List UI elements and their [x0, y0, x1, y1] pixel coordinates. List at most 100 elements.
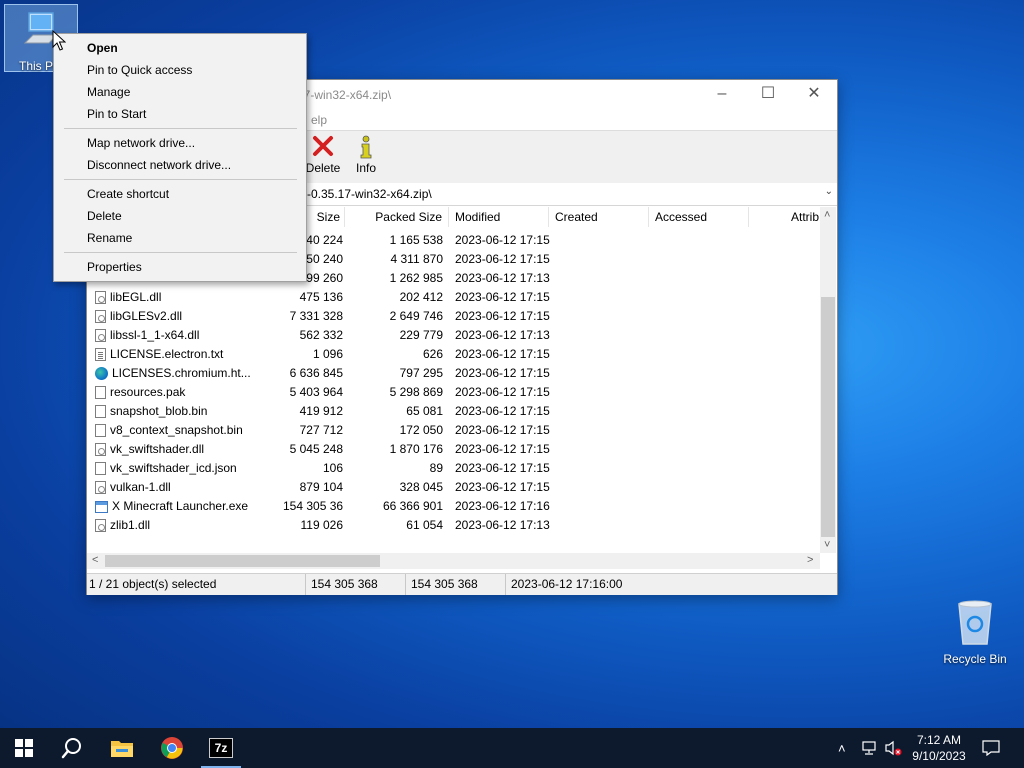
file-row[interactable]: libssl-1_1-x64.dll 562 332 229 779 2023-06-… [87, 326, 820, 345]
file-row[interactable]: libEGL.dll 475 136 202 412 2023-06-12 17:15 [87, 288, 820, 307]
file-name: X Minecraft Launcher.exe [112, 499, 249, 513]
file-modified: 2023-06-12 17:15 [455, 233, 550, 247]
file-modified: 2023-06-12 17:16 [455, 499, 550, 513]
menu-item-manage[interactable]: Manage [54, 81, 306, 103]
file-modified: 2023-06-12 17:15 [455, 461, 550, 475]
recycle-bin-desktop-icon[interactable]: Recycle Bin [940, 600, 1010, 666]
menu-item-pin-to-quick-access[interactable]: Pin to Quick access [54, 59, 306, 81]
network-status[interactable] [862, 728, 880, 768]
file-name-cell: v8_context_snapshot.bin [95, 421, 283, 440]
file-modified: 2023-06-12 17:15 [455, 290, 550, 304]
file-explorer-button[interactable] [98, 728, 146, 768]
info-button[interactable]: Info [351, 135, 381, 175]
file-modified: 2023-06-12 17:15 [455, 385, 550, 399]
dll-file-icon [95, 519, 106, 532]
edge-file-icon [95, 367, 108, 380]
chrome-button[interactable] [148, 728, 196, 768]
menu-item-disconnect-network-drive[interactable]: Disconnect network drive... [54, 154, 306, 176]
close-button[interactable]: ✕ [791, 80, 837, 110]
txt-file-icon [95, 348, 106, 361]
file-packed-size: 89 [429, 461, 443, 475]
column-header-accessed[interactable]: Accessed [649, 207, 749, 227]
delete-button[interactable]: Delete [305, 135, 341, 175]
scroll-left-icon[interactable]: < [92, 554, 98, 566]
scroll-up-icon[interactable]: ˄ [824, 209, 830, 221]
file-row[interactable]: LICENSE.electron.txt 1 096 626 2023-06-12 1… [87, 345, 820, 364]
menu-help[interactable]: elp [311, 113, 327, 127]
menu-separator [64, 179, 297, 180]
status-bar: 1 / 21 object(s) selected 154 305 368 15… [87, 573, 837, 595]
7zip-icon-label: 7z [214, 741, 228, 755]
dll-file-icon [95, 291, 106, 304]
file-row[interactable]: zlib1.dll 119 026 61 054 2023-06-12 17:13 [87, 516, 820, 535]
file-packed-size: 202 412 [399, 290, 443, 304]
file-packed-size: 797 295 [399, 366, 443, 380]
horizontal-scroll-thumb[interactable] [105, 555, 380, 567]
menu-item-create-shortcut[interactable]: Create shortcut [54, 183, 306, 205]
exe-file-icon [95, 501, 108, 513]
horizontal-scrollbar[interactable]: < > [87, 553, 820, 569]
maximize-button[interactable]: ☐ [745, 80, 791, 110]
scroll-right-icon[interactable]: > [807, 554, 813, 566]
file-size: 879 104 [299, 480, 343, 494]
notifications-button[interactable] [982, 728, 1000, 768]
recycle-bin-icon [958, 600, 992, 645]
file-name: v8_context_snapshot.bin [110, 423, 243, 437]
file-row[interactable]: X Minecraft Launcher.exe 154 305 368 66 36… [87, 497, 820, 516]
system-clock[interactable]: 7:12 AM 9/10/2023 [900, 732, 978, 764]
scroll-down-icon[interactable]: ˅ [824, 539, 830, 551]
file-size: 154 305 368 [283, 499, 343, 513]
file-name-cell: snapshot_blob.bin [95, 402, 283, 421]
file-row[interactable]: snapshot_blob.bin 419 912 65 081 2023-06-12… [87, 402, 820, 421]
file-modified: 2023-06-12 17:15 [455, 404, 550, 418]
file-name: vk_swiftshader_icd.json [110, 461, 237, 475]
file-row[interactable]: v8_context_snapshot.bin 727 712 172 050 202… [87, 421, 820, 440]
dll-file-icon [95, 481, 106, 494]
column-header-attrib[interactable]: Attrib [749, 207, 820, 227]
7zip-icon: 7z [209, 738, 233, 758]
file-row[interactable]: LICENSES.chromium.ht... 6 636 845 797 295 2… [87, 364, 820, 383]
file-file-icon [95, 462, 106, 475]
minimize-button[interactable]: – [699, 80, 745, 110]
menu-item-map-network-drive[interactable]: Map network drive... [54, 132, 306, 154]
menu-item-properties[interactable]: Properties [54, 256, 306, 278]
file-name-cell: libGLESv2.dll [95, 307, 283, 326]
file-row[interactable]: vk_swiftshader.dll 5 045 248 1 870 176 2023… [87, 440, 820, 459]
file-packed-size: 1 870 176 [389, 442, 443, 456]
file-name: libEGL.dll [110, 290, 162, 304]
chevron-down-icon[interactable]: ⌄ [825, 186, 833, 197]
menu-item-open[interactable]: Open [54, 37, 306, 59]
column-header-modified[interactable]: Modified [449, 207, 549, 227]
file-size: 6 636 845 [289, 366, 343, 380]
search-button[interactable] [48, 728, 96, 768]
status-size: 154 305 368 [311, 577, 378, 591]
chevron-up-icon: ˄ [838, 740, 846, 756]
file-row[interactable]: libGLESv2.dll 7 331 328 2 649 746 2023-06-1… [87, 307, 820, 326]
7zip-taskbar-button[interactable]: 7z [197, 728, 245, 768]
chrome-icon [161, 737, 183, 759]
status-packed-size: 154 305 368 [411, 577, 478, 591]
file-name: LICENSES.chromium.ht... [112, 366, 251, 380]
vertical-scroll-thumb[interactable] [821, 297, 835, 537]
notification-icon [982, 740, 1000, 756]
file-row[interactable]: vulkan-1.dll 879 104 328 045 2023-06-12 17:… [87, 478, 820, 497]
column-header-packed-size[interactable]: Packed Size [345, 207, 449, 227]
start-button[interactable] [0, 728, 48, 768]
file-row[interactable]: vk_swiftshader_icd.json 106 89 2023-06-12 1… [87, 459, 820, 478]
file-modified: 2023-06-12 17:15 [455, 480, 550, 494]
vertical-scrollbar[interactable]: ˄ ˅ [820, 207, 836, 553]
menu-item-pin-to-start[interactable]: Pin to Start [54, 103, 306, 125]
file-size: 119 026 [300, 518, 344, 532]
file-name-cell: resources.pak [95, 383, 283, 402]
file-file-icon [95, 386, 106, 399]
context-menu: Open Pin to Quick access Manage Pin to Star… [53, 33, 307, 282]
menu-item-rename[interactable]: Rename [54, 227, 306, 249]
file-size: 475 136 [299, 290, 343, 304]
file-size: 5 403 964 [289, 385, 343, 399]
column-header-created[interactable]: Created [549, 207, 649, 227]
file-size: 727 712 [299, 423, 343, 437]
show-hidden-icons-button[interactable]: ˄ [838, 728, 846, 768]
menu-separator [64, 128, 297, 129]
menu-item-delete[interactable]: Delete [54, 205, 306, 227]
file-row[interactable]: resources.pak 5 403 964 5 298 869 2023-06-1… [87, 383, 820, 402]
